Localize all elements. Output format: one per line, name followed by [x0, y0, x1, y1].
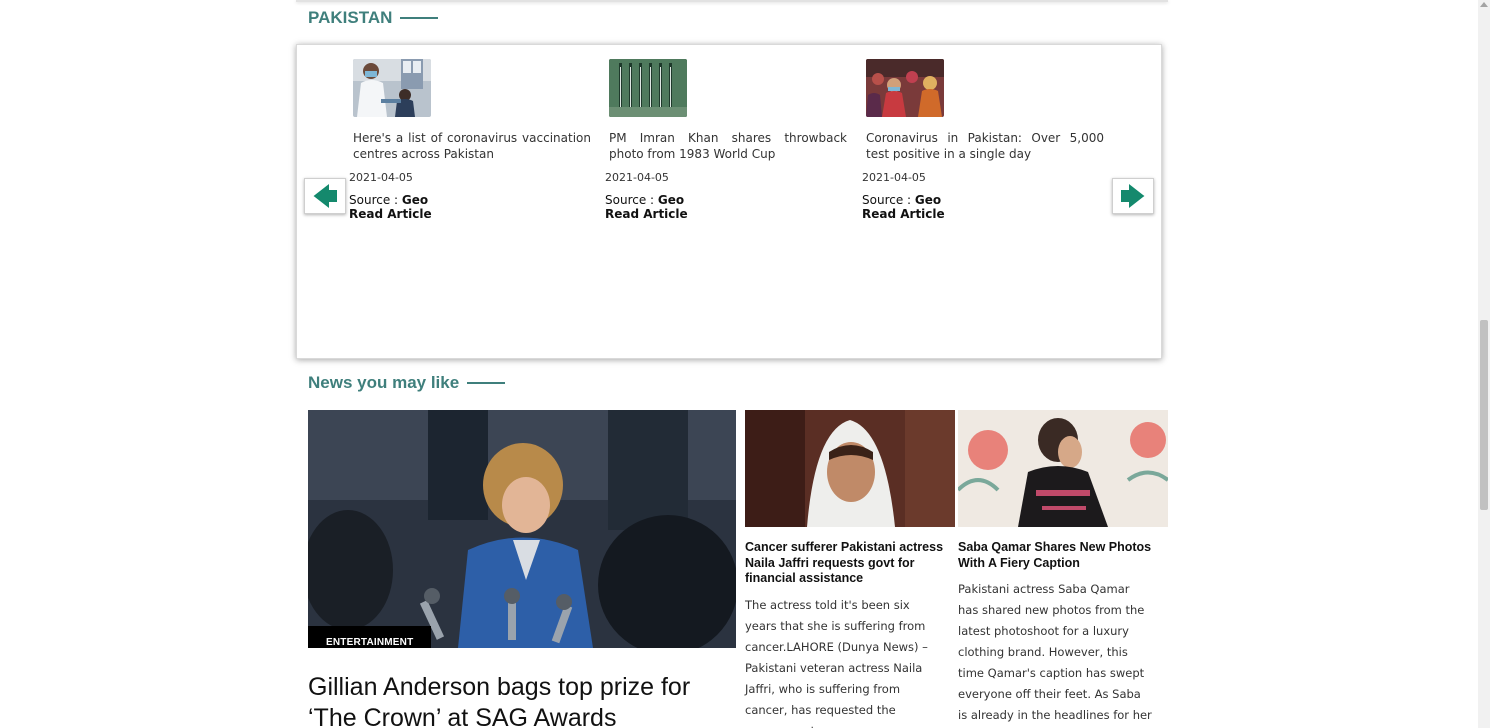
- previous-section-edge: [296, 0, 1168, 2]
- source-prefix: Source :: [349, 193, 402, 207]
- side-article-image[interactable]: [745, 410, 955, 527]
- section-heading-label: PAKISTAN: [308, 8, 393, 27]
- article-date: 2021-04-05: [862, 171, 926, 184]
- source-name: Geo: [657, 193, 685, 207]
- side-article-excerpt: Pakistani actress Saba Qamar has shared …: [958, 582, 1152, 722]
- carousel-article-card: Here's a list of coronavirus vaccination…: [349, 59, 593, 221]
- actress-photoshoot-photo-icon: [958, 410, 1168, 527]
- side-article-card: Saba Qamar Shares New Photos With A Fier…: [958, 410, 1168, 728]
- article-source: Source : Geo: [605, 193, 849, 207]
- crowd-photo-icon: [866, 59, 944, 117]
- source-name: Geo: [914, 193, 942, 207]
- side-article-card: Cancer sufferer Pakistani actress Naila …: [745, 410, 955, 728]
- heading-underline-decoration: [400, 17, 439, 19]
- source-name: Geo: [401, 193, 429, 207]
- scrollbar-thumb[interactable]: [1480, 320, 1488, 510]
- section-heading-news: News you may like: [308, 373, 506, 393]
- heading-underline-decoration: [467, 382, 506, 384]
- section-heading-label: News you may like: [308, 373, 460, 392]
- section-heading-pakistan: PAKISTAN: [308, 8, 439, 28]
- article-thumbnail[interactable]: [866, 59, 944, 117]
- pakistan-news-carousel: Here's a list of coronavirus vaccination…: [296, 44, 1162, 359]
- page: PAKISTAN Here's a list of coronavirus va…: [0, 0, 1490, 728]
- side-article-title[interactable]: Saba Qamar Shares New Photos With A Fier…: [958, 540, 1168, 571]
- article-source: Source : Geo: [349, 193, 593, 207]
- arrow-right-icon: [1119, 179, 1148, 213]
- parade-photo-icon: [609, 59, 687, 117]
- actress-portrait-photo-icon: [745, 410, 955, 527]
- read-article-link[interactable]: Read Article: [349, 207, 593, 221]
- press-conference-photo-icon: [308, 410, 736, 648]
- side-article-image[interactable]: [958, 410, 1168, 527]
- category-badge[interactable]: ENTERTAINMENT: [308, 626, 432, 648]
- featured-image[interactable]: ENTERTAINMENT: [308, 410, 736, 648]
- article-date: 2021-04-05: [605, 171, 669, 184]
- article-thumbnail[interactable]: [609, 59, 687, 117]
- carousel-article-card: PM Imran Khan shares throwback photo fro…: [605, 59, 849, 221]
- lab-worker-photo-icon: [353, 59, 431, 117]
- carousel-prev-button[interactable]: [304, 178, 346, 214]
- side-article-title[interactable]: Cancer sufferer Pakistani actress Naila …: [745, 540, 955, 587]
- article-source: Source : Geo: [862, 193, 1106, 207]
- featured-article: ENTERTAINMENT Gillian Anderson bags top …: [308, 410, 736, 728]
- carousel-article-card: Coronavirus in Pakistan: Over 5,000 test…: [862, 59, 1106, 221]
- page-scrollbar[interactable]: [1478, 0, 1490, 728]
- source-prefix: Source :: [605, 193, 658, 207]
- carousel-next-button[interactable]: [1112, 178, 1154, 214]
- scroll-up-arrow-icon[interactable]: [1480, 2, 1488, 7]
- article-title[interactable]: Here's a list of coronavirus vaccination…: [353, 130, 591, 162]
- article-date: 2021-04-05: [349, 171, 413, 184]
- article-thumbnail[interactable]: [353, 59, 431, 117]
- featured-title[interactable]: Gillian Anderson bags top prize for ‘The…: [308, 672, 736, 728]
- read-article-link[interactable]: Read Article: [605, 207, 849, 221]
- read-article-link[interactable]: Read Article: [862, 207, 1106, 221]
- arrow-left-icon: [310, 179, 339, 213]
- side-article-excerpt: The actress told it's been six years tha…: [745, 597, 928, 728]
- source-prefix: Source :: [862, 193, 915, 207]
- article-title[interactable]: PM Imran Khan shares throwback photo fro…: [609, 130, 847, 162]
- article-title[interactable]: Coronavirus in Pakistan: Over 5,000 test…: [866, 130, 1104, 162]
